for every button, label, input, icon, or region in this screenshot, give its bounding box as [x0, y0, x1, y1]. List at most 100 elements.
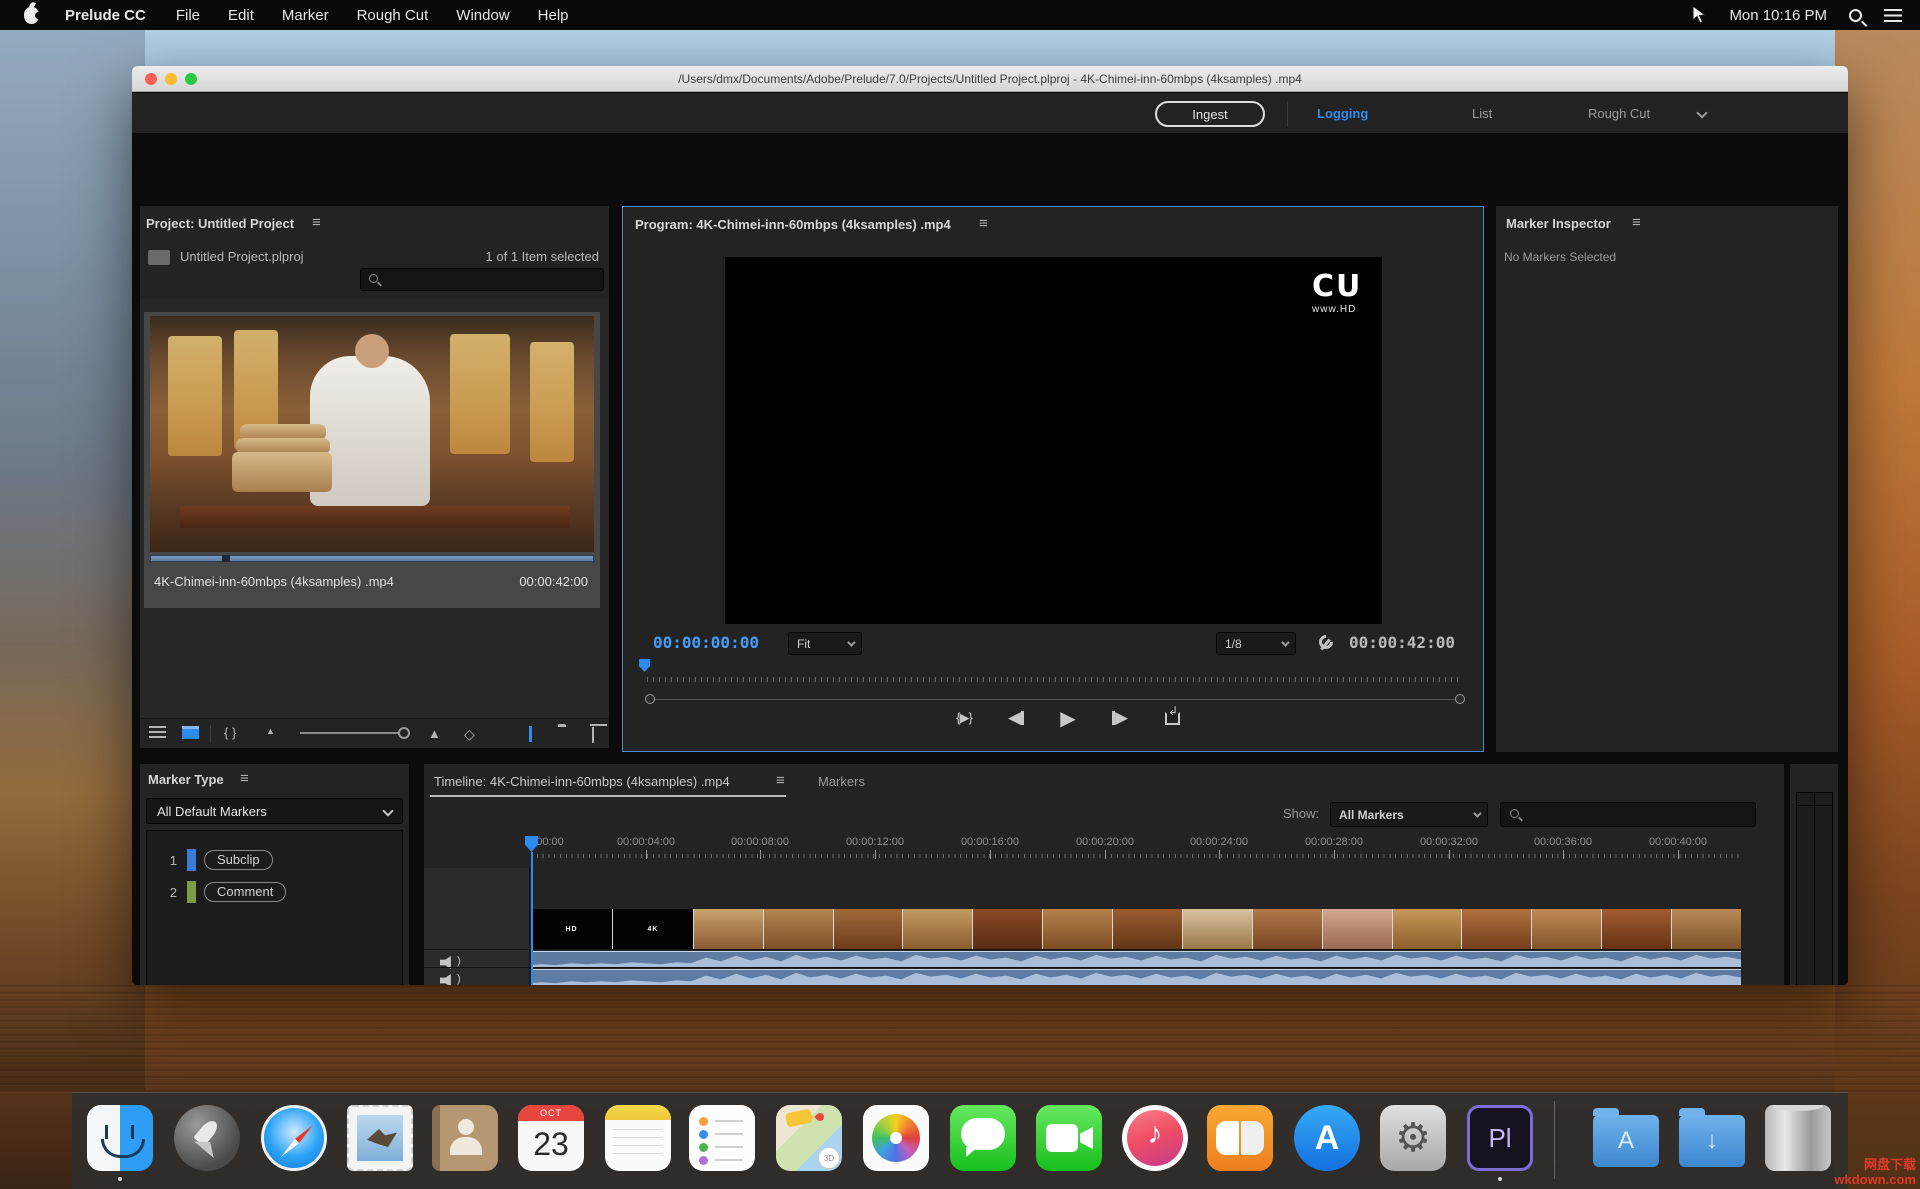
clip-scrubber-handle[interactable]	[222, 555, 230, 562]
tab-rough-cut[interactable]: Rough Cut	[1588, 106, 1650, 121]
dock-prelude[interactable]: Pl	[1467, 1105, 1533, 1171]
timeline-ruler-ticks[interactable]	[531, 854, 1741, 858]
menu-window[interactable]: Window	[456, 7, 509, 24]
timeline-audio-clip-2[interactable]	[531, 969, 1741, 985]
audio-meters-panel[interactable]	[1790, 764, 1838, 985]
notification-center-icon[interactable]	[1884, 8, 1902, 22]
menu-app-name[interactable]: Prelude CC	[65, 7, 146, 24]
timeline-menu-icon[interactable]: ≡	[776, 772, 785, 789]
dock-trash[interactable]	[1765, 1105, 1831, 1171]
dock: OCT 23 3D ♪ A ⚙ Pl A ↓	[72, 1092, 1848, 1189]
monitor-scroll-handle-right[interactable]	[1455, 694, 1465, 704]
project-search-input[interactable]	[360, 268, 604, 291]
dock-calendar[interactable]: OCT 23	[518, 1105, 584, 1171]
window-title-bar[interactable]: /Users/dmx/Documents/Adobe/Prelude/7.0/P…	[132, 66, 1848, 92]
delete-icon[interactable]	[592, 727, 594, 743]
monitor-playhead[interactable]	[639, 659, 650, 672]
clip-hover-scrubber[interactable]	[150, 555, 594, 562]
menu-help[interactable]: Help	[538, 7, 569, 24]
timeline-playhead-line[interactable]	[531, 852, 533, 985]
navigate-up-icon[interactable]	[148, 250, 170, 265]
zoom-level-dropdown[interactable]: Fit	[788, 632, 862, 655]
clip-thumbnail-image[interactable]	[150, 316, 594, 552]
timeline-video-clip[interactable]: HD 4K	[531, 909, 1741, 949]
tab-timeline[interactable]: Timeline: 4K-Chimei-inn-60mbps (4ksample…	[434, 774, 730, 789]
dock-reminders[interactable]	[689, 1105, 755, 1171]
menu-marker[interactable]: Marker	[282, 7, 329, 24]
dock-safari[interactable]	[261, 1105, 327, 1171]
tab-markers[interactable]: Markers	[818, 774, 865, 789]
play-in-to-out-button[interactable]: {▶}	[951, 707, 977, 729]
spotlight-search-icon[interactable]	[1849, 8, 1862, 22]
dock-launchpad[interactable]	[174, 1105, 240, 1171]
ruler-label: 00:00:08:00	[730, 836, 790, 848]
zoom-button[interactable]	[185, 73, 197, 85]
timeline-audio-clip-1[interactable]	[531, 951, 1741, 967]
monitor-time-ruler[interactable]	[647, 677, 1461, 682]
dock-photos[interactable]	[863, 1105, 929, 1171]
step-back-button[interactable]: ◀	[1003, 707, 1029, 729]
chevron-down-icon[interactable]	[1696, 107, 1708, 119]
menu-edit[interactable]: Edit	[228, 7, 254, 24]
search-icon	[369, 274, 378, 283]
monitor-scrollbar-track[interactable]	[651, 699, 1459, 700]
dock-applications-folder[interactable]: A	[1593, 1105, 1659, 1171]
menu-clock[interactable]: Mon 10:16 PM	[1729, 7, 1827, 24]
dock-contacts[interactable]	[432, 1105, 498, 1171]
export-frame-button[interactable]	[1159, 707, 1185, 729]
marker-filter-dropdown[interactable]: All Default Markers	[146, 798, 403, 824]
marker-label-subclip[interactable]: Subclip	[204, 850, 273, 870]
program-video-frame[interactable]: CU www.HD	[725, 257, 1382, 624]
tab-logging[interactable]: Logging	[1317, 106, 1368, 121]
zoom-slider-knob[interactable]	[398, 727, 410, 739]
dock-system-preferences[interactable]: ⚙	[1380, 1105, 1446, 1171]
program-monitor-menu-icon[interactable]: ≡	[979, 215, 988, 232]
clip-name-row[interactable]: 4K-Chimei-inn-60mbps (4ksamples) .mp4 00…	[144, 566, 600, 600]
launchpad-icon	[174, 1105, 240, 1171]
timeline-playhead-flag[interactable]	[525, 836, 538, 852]
dock-maps[interactable]: 3D	[776, 1105, 842, 1171]
audio2-speaker-icon[interactable]	[440, 974, 451, 985]
dock-notes[interactable]	[605, 1105, 671, 1171]
tab-list[interactable]: List	[1472, 106, 1492, 121]
thumbnail-zoom-slider[interactable]	[300, 727, 410, 739]
apple-menu-icon[interactable]	[24, 6, 42, 24]
minimize-button[interactable]	[165, 73, 177, 85]
dock-mail[interactable]	[347, 1105, 413, 1171]
dock-itunes[interactable]: ♪	[1122, 1105, 1188, 1171]
show-markers-dropdown[interactable]: All Markers	[1330, 802, 1488, 827]
monitor-scroll-handle-left[interactable]	[645, 694, 655, 704]
menu-file[interactable]: File	[176, 7, 200, 24]
step-forward-button[interactable]: ▶	[1107, 707, 1133, 729]
zoom-in-icon[interactable]: ▲	[428, 726, 441, 741]
list-view-icon[interactable]	[149, 726, 166, 739]
tab-ingest[interactable]: Ingest	[1155, 101, 1265, 127]
close-button[interactable]	[145, 73, 157, 85]
play-button[interactable]: ▶	[1055, 707, 1081, 730]
zoom-out-icon[interactable]: ▲	[266, 726, 275, 736]
clip-brace-icon[interactable]: { }	[224, 725, 236, 740]
timeline-search-input[interactable]	[1500, 802, 1756, 827]
marker-type-row-comment[interactable]: 2 Comment	[147, 877, 402, 907]
sort-order-icon[interactable]: ◇	[464, 726, 475, 743]
marker-type-menu-icon[interactable]: ≡	[240, 770, 249, 787]
audio-waveform	[531, 972, 1741, 985]
dock-ibooks[interactable]	[1207, 1105, 1273, 1171]
dock-app-store[interactable]: A	[1294, 1105, 1360, 1171]
project-panel-menu-icon[interactable]: ≡	[312, 214, 321, 231]
dock-messages[interactable]	[950, 1105, 1016, 1171]
project-bin-area[interactable]: 4K-Chimei-inn-60mbps (4ksamples) .mp4 00…	[140, 298, 609, 718]
playback-resolution-dropdown[interactable]: 1/8	[1216, 632, 1296, 655]
dock-facetime[interactable]	[1036, 1105, 1102, 1171]
calendar-icon: OCT 23	[518, 1105, 584, 1171]
music-note-icon: ♪	[1147, 1117, 1163, 1150]
menu-rough-cut[interactable]: Rough Cut	[357, 7, 429, 24]
current-timecode[interactable]: 00:00:00:00	[653, 633, 759, 652]
clip-card-selected[interactable]: 4K-Chimei-inn-60mbps (4ksamples) .mp4 00…	[144, 312, 600, 608]
thumbnail-view-icon[interactable]	[182, 726, 199, 739]
dock-downloads-folder[interactable]: ↓	[1679, 1105, 1745, 1171]
marker-inspector-menu-icon[interactable]: ≡	[1632, 214, 1641, 231]
dock-finder[interactable]	[87, 1105, 153, 1171]
marker-label-comment[interactable]: Comment	[204, 882, 287, 902]
marker-type-row-subclip[interactable]: 1 Subclip	[147, 845, 402, 875]
